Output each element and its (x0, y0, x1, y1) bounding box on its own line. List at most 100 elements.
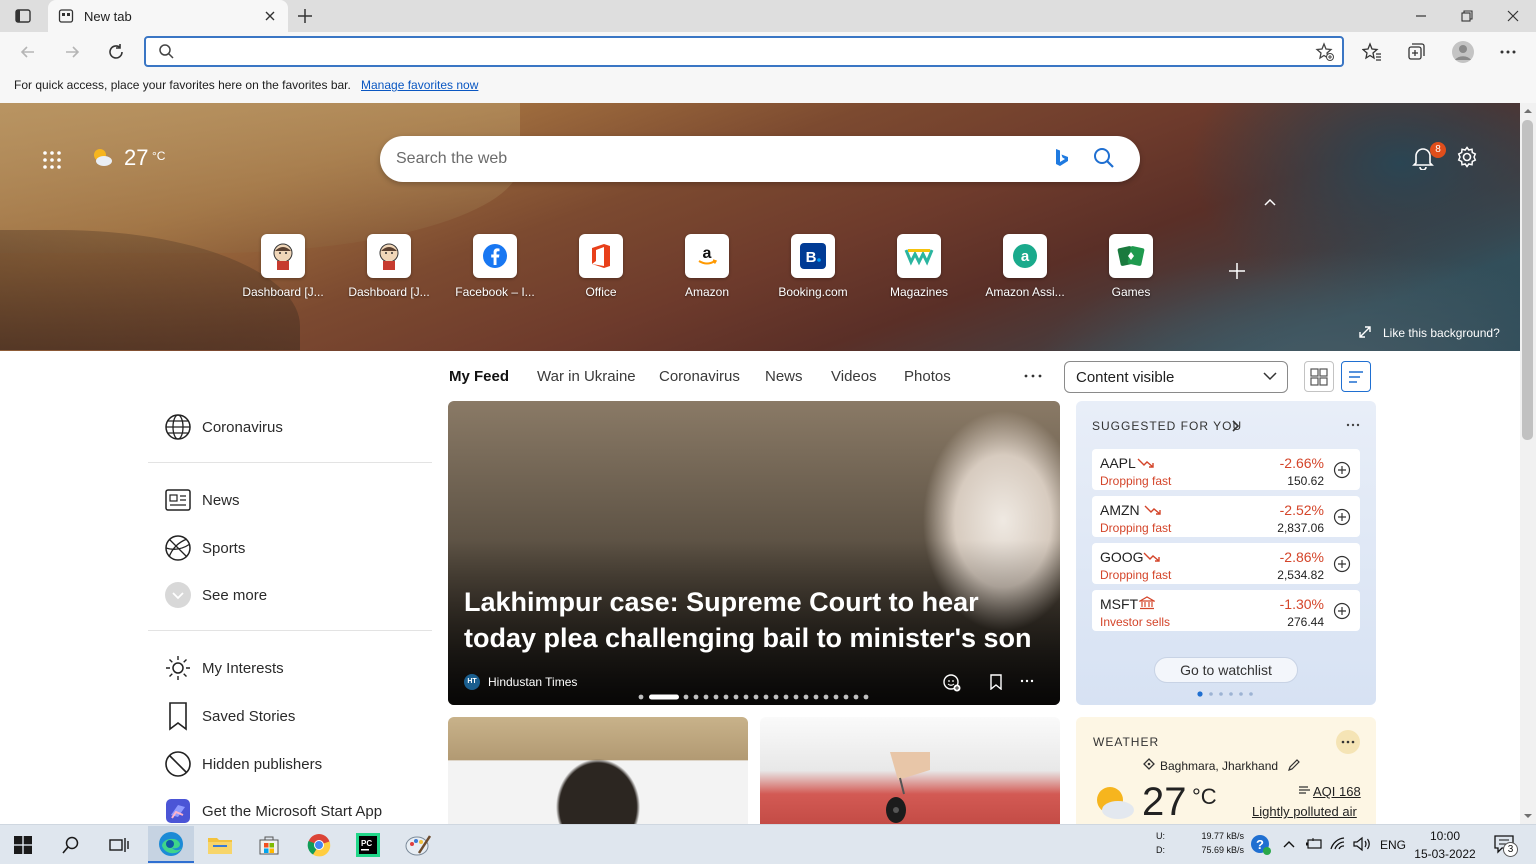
bing-logo-icon[interactable] (1052, 147, 1072, 169)
markets-title[interactable]: SUGGESTED FOR YOU (1092, 419, 1242, 433)
quick-link-amazon-assistant[interactable]: a Amazon Assi... (972, 234, 1078, 304)
wifi-icon[interactable] (1329, 836, 1347, 852)
add-to-watchlist-icon[interactable] (1333, 555, 1351, 573)
quick-link-facebook[interactable]: Facebook – I... (442, 234, 548, 304)
tab-my-feed[interactable]: My Feed (449, 368, 509, 385)
clock-time[interactable]: 10:00 (1413, 829, 1477, 843)
web-search-input[interactable]: Search the web (396, 150, 507, 168)
scroll-up-arrow-icon[interactable] (1523, 107, 1533, 115)
like-background-link[interactable]: Like this background? (1383, 326, 1500, 340)
taskbar-search-icon[interactable] (48, 826, 94, 863)
tab-war-in-ukraine[interactable]: War in Ukraine (537, 368, 636, 385)
address-bar[interactable] (144, 36, 1344, 67)
quick-link-games[interactable]: Games (1078, 234, 1184, 304)
weather-more-button[interactable] (1336, 730, 1360, 754)
sidebar-item-hidden-publishers[interactable]: Hidden publishers (164, 749, 322, 779)
windows-start-icon[interactable] (0, 826, 46, 863)
add-to-watchlist-icon[interactable] (1333, 602, 1351, 620)
manage-favorites-link[interactable]: Manage favorites now (361, 78, 478, 92)
tab-photos[interactable]: Photos (904, 368, 951, 385)
quick-link-label: Booking.com (778, 285, 848, 299)
scrollbar-thumb[interactable] (1522, 120, 1533, 440)
top-story-publisher[interactable]: Hindustan Times (488, 675, 577, 689)
add-to-watchlist-icon[interactable] (1333, 461, 1351, 479)
collapse-chevron-up-icon[interactable] (1262, 196, 1278, 208)
pycharm-icon[interactable]: PC (345, 826, 391, 863)
minimize-button[interactable] (1398, 0, 1444, 32)
file-explorer-icon[interactable] (197, 826, 243, 863)
story-card-image[interactable] (448, 717, 748, 824)
back-icon[interactable] (18, 42, 38, 62)
quick-link-amazon[interactable]: a Amazon (654, 234, 760, 304)
microsoft-store-icon[interactable] (246, 826, 292, 863)
new-tab-button[interactable] (296, 7, 314, 25)
aqi-description[interactable]: Lightly polluted air (1252, 804, 1357, 819)
quick-link-dashboard-2[interactable]: Dashboard [J... (336, 234, 442, 304)
task-view-icon[interactable] (96, 826, 142, 863)
sidebar-see-more[interactable]: See more (164, 580, 267, 610)
collections-icon[interactable] (1406, 42, 1426, 62)
go-to-watchlist-button[interactable]: Go to watchlist (1154, 657, 1298, 683)
sidebar-item-coronavirus[interactable]: Coronavirus (164, 412, 283, 442)
show-hidden-icons-chevron-icon[interactable] (1282, 838, 1296, 850)
help-icon[interactable]: ? (1250, 834, 1272, 856)
profile-avatar[interactable] (1451, 40, 1475, 64)
volume-icon[interactable] (1352, 836, 1372, 852)
stock-change: -2.86% (1279, 549, 1324, 565)
markets-more-icon[interactable] (1345, 420, 1361, 430)
search-submit-icon[interactable] (1093, 147, 1115, 169)
favorites-icon[interactable] (1362, 42, 1382, 62)
weather-card-temperature[interactable]: 27 (1142, 780, 1187, 825)
chrome-icon[interactable] (296, 826, 342, 863)
save-story-icon[interactable] (989, 674, 1003, 690)
restore-button[interactable] (1444, 0, 1490, 32)
close-tab-icon[interactable] (263, 9, 277, 23)
tab-actions-icon[interactable] (14, 7, 32, 25)
partly-sunny-icon[interactable] (90, 146, 114, 168)
close-window-button[interactable] (1490, 0, 1536, 32)
bookmark-icon (169, 702, 187, 731)
add-favorite-icon[interactable] (1315, 42, 1335, 62)
edge-taskbar-icon[interactable] (148, 826, 194, 863)
paint-icon[interactable] (395, 826, 441, 863)
quick-link-magazines[interactable]: Magazines (866, 234, 972, 304)
sidebar-item-sports[interactable]: Sports (164, 533, 245, 563)
weather-card-title[interactable]: WEATHER (1093, 735, 1159, 749)
tab-videos[interactable]: Videos (831, 368, 877, 385)
chevron-right-icon[interactable] (1230, 419, 1240, 433)
forward-icon[interactable] (62, 42, 82, 62)
react-icon[interactable] (942, 673, 962, 693)
carousel-pagination[interactable] (638, 693, 872, 701)
sidebar-item-my-interests[interactable]: My Interests (164, 653, 284, 683)
quick-link-dashboard-1[interactable]: Dashboard [J... (230, 234, 336, 304)
settings-more-icon[interactable] (1498, 42, 1518, 62)
list-view-button[interactable] (1341, 361, 1371, 392)
more-tabs-icon[interactable] (1023, 368, 1043, 384)
input-language[interactable]: ENG (1380, 838, 1406, 852)
quick-link-booking[interactable]: B Booking.com (760, 234, 866, 304)
refresh-icon[interactable] (106, 42, 126, 62)
top-story-headline[interactable]: Lakhimpur case: Supreme Court to hear to… (464, 584, 1054, 656)
edit-location-icon[interactable] (1287, 758, 1301, 772)
page-settings-gear-icon[interactable] (1456, 146, 1478, 168)
tab-news[interactable]: News (765, 368, 803, 385)
app-launcher-icon[interactable] (42, 150, 62, 170)
battery-icon[interactable] (1305, 837, 1323, 851)
grid-view-button[interactable] (1304, 361, 1334, 392)
tab-coronavirus[interactable]: Coronavirus (659, 368, 740, 385)
sidebar-item-news[interactable]: News (164, 485, 240, 515)
sidebar-item-saved-stories[interactable]: Saved Stories (164, 701, 295, 731)
add-quick-link-icon[interactable] (1228, 262, 1246, 280)
story-more-icon[interactable] (1019, 675, 1035, 687)
expand-background-icon[interactable] (1358, 325, 1372, 339)
weather-temperature[interactable]: 27 (124, 145, 148, 171)
scroll-down-arrow-icon[interactable] (1523, 812, 1533, 820)
markets-pagination[interactable] (1196, 690, 1256, 698)
weather-location[interactable]: Baghmara, Jharkhand (1160, 759, 1278, 773)
clock-date[interactable]: 15-03-2022 (1411, 847, 1479, 861)
notification-badge: 8 (1430, 142, 1446, 158)
add-to-watchlist-icon[interactable] (1333, 508, 1351, 526)
aqi-value[interactable]: AQI 168 (1313, 784, 1361, 799)
quick-link-office[interactable]: Office (548, 234, 654, 304)
sidebar-item-get-app[interactable]: Get the Microsoft Start App (164, 796, 382, 826)
